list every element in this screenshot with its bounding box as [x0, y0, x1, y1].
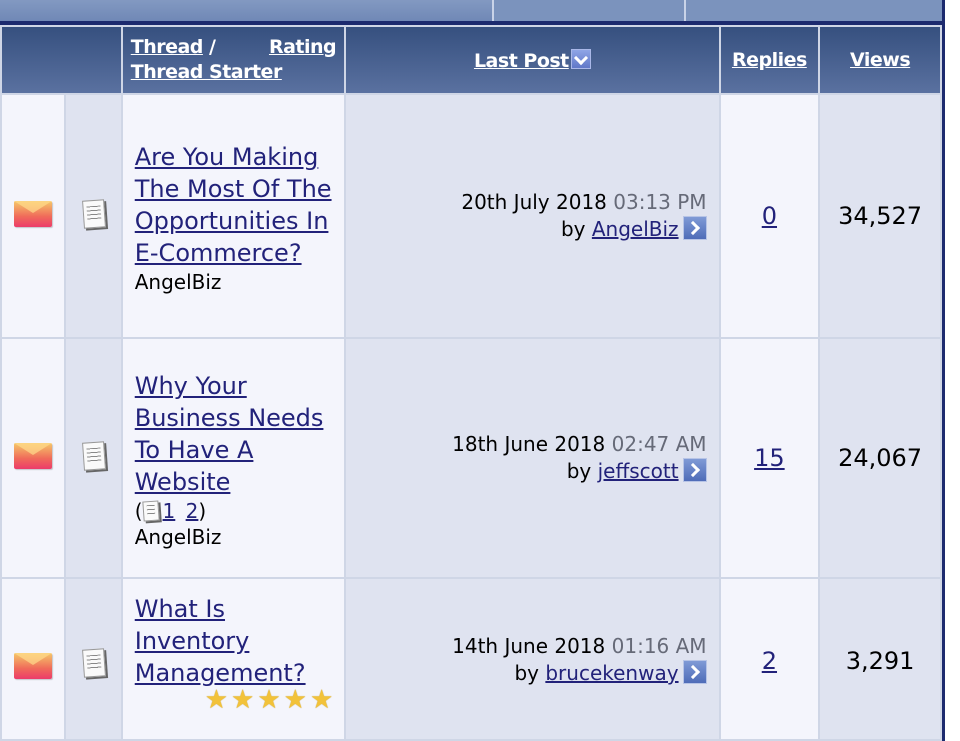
thread-icon-cell [66, 95, 121, 337]
star-icon: ★ [257, 685, 281, 715]
by-prefix: by [566, 459, 592, 483]
last-post-time: 03:13 PM [613, 190, 707, 214]
replies-cell: 15 [720, 339, 819, 577]
thread-icon-cell [66, 579, 121, 739]
thread-starter: AngelBiz [134, 270, 222, 294]
arrow-right-icon[interactable] [682, 458, 707, 482]
thread-title-link[interactable]: Are You Making The Most Of The Opportuni… [135, 143, 332, 267]
document-icon [81, 199, 106, 229]
last-post-date: 14th June 2018 [452, 634, 606, 658]
by-prefix: by [560, 217, 586, 241]
replies-cell: 2 [720, 579, 819, 739]
pages-close-paren: ) [198, 499, 207, 523]
thread-title-cell: Why Your Business Needs To Have A Websit… [122, 339, 345, 577]
thread-title-link[interactable]: Why Your Business Needs To Have A Websit… [135, 372, 324, 496]
replies-link[interactable]: 15 [754, 444, 785, 472]
multipage-icon [141, 500, 160, 522]
thread-rating: ★ ★ ★ ★ ★ [204, 685, 334, 715]
star-icon: ★ [231, 685, 255, 715]
header-replies: Replies [720, 27, 819, 93]
thread-title-link[interactable]: What Is Inventory Management? [135, 595, 306, 687]
document-icon [81, 648, 106, 678]
thread-title-cell: Are You Making The Most Of The Opportuni… [122, 95, 345, 337]
envelope-icon [14, 201, 53, 227]
thread-icon-cell [66, 339, 121, 577]
star-icon: ★ [204, 685, 229, 715]
header-views: Views [820, 27, 940, 93]
page-link-1[interactable]: 1 [163, 499, 176, 523]
thread-pages: (1 2) [135, 498, 332, 524]
last-post-time: 02:47 AM [611, 432, 707, 456]
by-prefix: by [514, 661, 539, 685]
sort-by-rating-link[interactable]: Rating [269, 35, 337, 60]
arrow-right-icon[interactable] [682, 216, 707, 240]
star-icon: ★ [309, 685, 334, 715]
sort-desc-icon[interactable] [570, 48, 591, 69]
replies-link[interactable]: 2 [762, 647, 777, 675]
status-cell [2, 339, 65, 577]
envelope-icon [14, 653, 53, 679]
views-count: 3,291 [820, 579, 940, 739]
status-cell [2, 95, 65, 337]
document-icon [81, 441, 106, 471]
sort-by-views-link[interactable]: Views [850, 49, 911, 71]
thread-starter: AngelBiz [134, 525, 222, 549]
table-row: What Is Inventory Management? ★ ★ ★ ★ ★ … [2, 579, 940, 739]
table-row: Are You Making The Most Of The Opportuni… [2, 95, 940, 337]
last-post-date: 20th July 2018 [461, 190, 607, 214]
title-bar-cell-2 [492, 0, 684, 21]
last-poster-link[interactable]: AngelBiz [592, 217, 679, 241]
replies-link[interactable]: 0 [762, 202, 777, 230]
thread-list-container: Threads in Forum : Ecommerce Thread / Ra… [0, 0, 945, 741]
header-last-post: Last Post [346, 27, 719, 93]
header-slash: / [202, 36, 216, 58]
table-row: Why Your Business Needs To Have A Websit… [2, 339, 940, 577]
last-post-date: 18th June 2018 [452, 432, 606, 456]
forum-title-bar: Threads in Forum : Ecommerce [0, 0, 942, 25]
thread-title-cell: What Is Inventory Management? ★ ★ ★ ★ ★ [122, 579, 345, 739]
last-post-cell: 18th June 2018 02:47 AM by jeffscott [346, 339, 719, 577]
threads-table: Thread / Rating Thread Starter Last Post… [0, 25, 942, 741]
title-bar-cell-3 [684, 0, 942, 21]
forum-title: Threads in Forum : Ecommerce [18, 0, 402, 1]
arrow-right-icon[interactable] [682, 660, 707, 684]
sort-by-last-post-link[interactable]: Last Post [474, 50, 569, 72]
views-count: 34,527 [820, 95, 940, 337]
sort-by-replies-link[interactable]: Replies [732, 49, 807, 71]
star-icon: ★ [283, 685, 307, 715]
sort-by-thread-link[interactable]: Thread [131, 36, 204, 58]
last-poster-link[interactable]: brucekenway [545, 661, 678, 685]
table-header-row: Thread / Rating Thread Starter Last Post… [2, 27, 940, 93]
header-thread: Thread / Rating Thread Starter [122, 27, 345, 93]
header-status-icons [2, 27, 121, 93]
last-post-cell: 20th July 2018 03:13 PM by AngelBiz [346, 95, 719, 337]
status-cell [2, 579, 65, 739]
envelope-icon [14, 443, 53, 469]
last-post-time: 01:16 AM [611, 634, 707, 658]
pages-open-paren: ( [134, 499, 143, 523]
replies-cell: 0 [720, 95, 819, 337]
forum-title-cell: Threads in Forum : Ecommerce [0, 0, 492, 21]
sort-by-starter-link[interactable]: Thread Starter [131, 61, 283, 83]
views-count: 24,067 [820, 339, 940, 577]
last-poster-link[interactable]: jeffscott [598, 459, 679, 483]
last-post-cell: 14th June 2018 01:16 AM by brucekenway [346, 579, 719, 739]
page-link-2[interactable]: 2 [186, 499, 199, 523]
